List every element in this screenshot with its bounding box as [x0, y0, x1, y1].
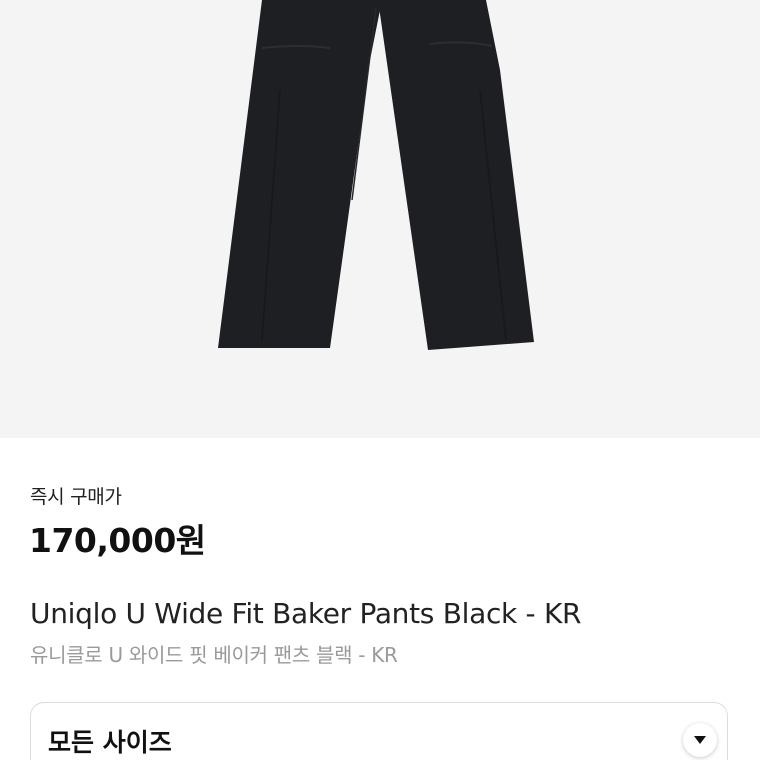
product-page: 즉시 구매가 170,000원 Uniqlo U Wide Fit Baker …	[0, 0, 760, 760]
instant-buy-price-label: 즉시 구매가	[30, 486, 122, 508]
size-selector[interactable]: 모든 사이즈	[30, 702, 728, 760]
product-name-korean: 유니클로 U 와이드 핏 베이커 팬츠 블랙 - KR	[30, 643, 398, 667]
product-price: 170,000원	[29, 521, 206, 560]
size-selector-value: 모든 사이즈	[48, 728, 172, 757]
chevron-down-icon[interactable]	[683, 723, 717, 757]
product-name-english: Uniqlo U Wide Fit Baker Pants Black - KR	[30, 597, 582, 630]
pants-illustration	[218, 0, 534, 350]
product-image[interactable]	[0, 0, 760, 438]
